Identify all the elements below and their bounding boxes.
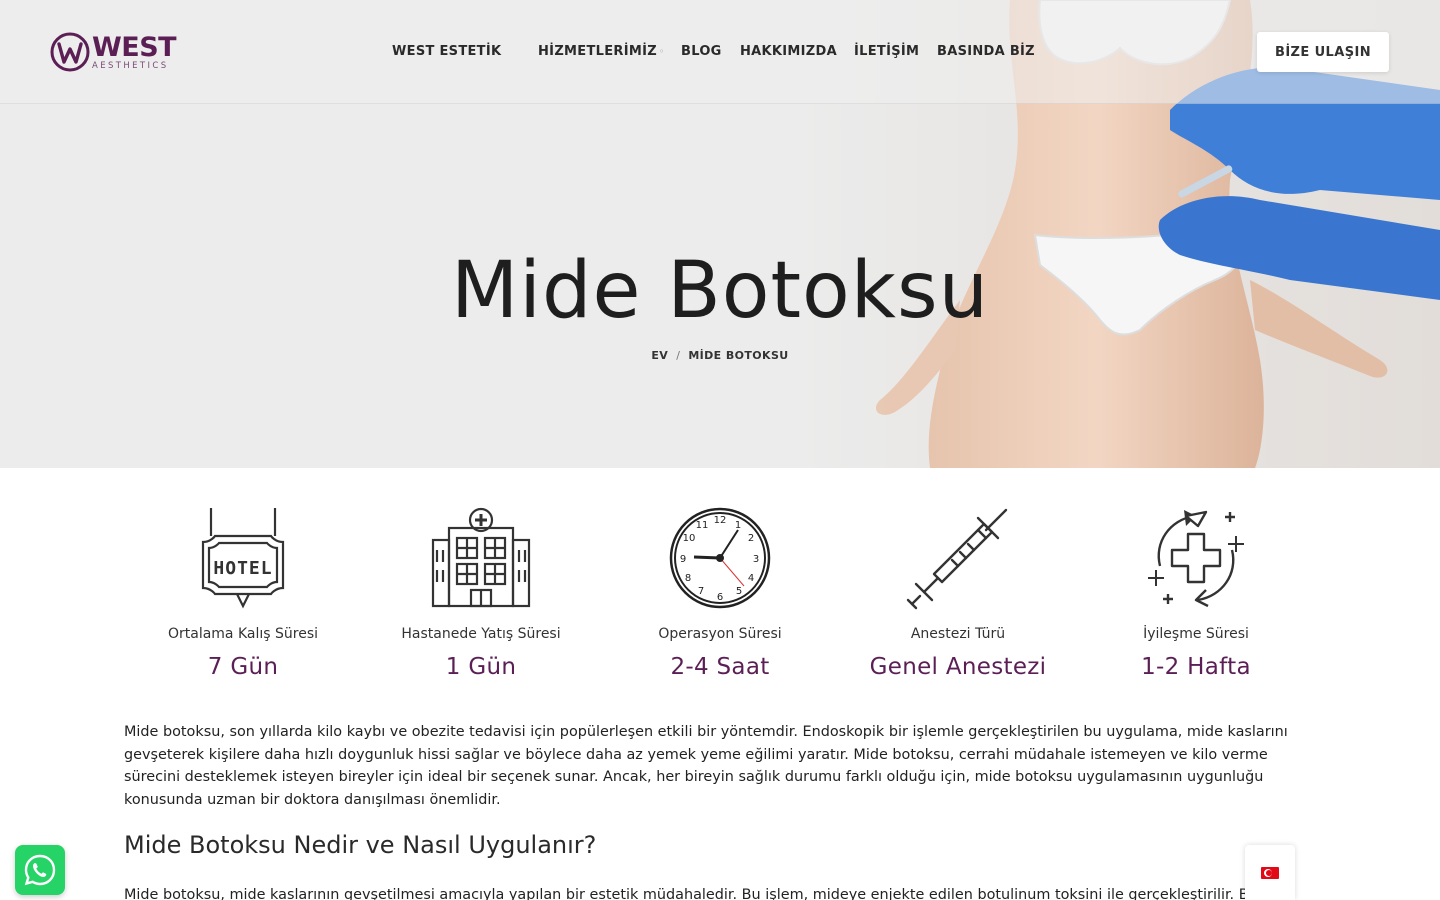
brand-logo[interactable]: WEST AESTHETICS bbox=[50, 30, 180, 74]
svg-text:3: 3 bbox=[753, 554, 759, 565]
chevron-down-icon: ◦ bbox=[658, 47, 665, 56]
svg-text:12: 12 bbox=[714, 515, 727, 526]
stat-recovery-time: İyileşme Süresi 1-2 Hafta bbox=[1077, 506, 1315, 680]
clock-icon: 12 12 3 45 6 7 8 9 1011 bbox=[669, 507, 771, 609]
nav-item-hizmetlerimiz[interactable]: HİZMETLERİMİZ ◦ bbox=[538, 44, 664, 59]
section-heading: Mide Botoksu Nedir ve Nasıl Uygulanır? bbox=[124, 831, 597, 859]
stat-value: 2-4 Saat bbox=[670, 654, 770, 680]
hospital-icon bbox=[431, 507, 531, 608]
svg-text:HOTEL: HOTEL bbox=[213, 558, 272, 579]
stat-label: Hastanede Yatış Süresi bbox=[401, 626, 561, 642]
brand-subtitle: AESTHETICS bbox=[92, 60, 169, 71]
stat-average-stay: HOTEL Ortalama Kalış Süresi 7 Gün bbox=[124, 506, 362, 680]
logo-mark-icon bbox=[50, 32, 90, 72]
stat-value: 1-2 Hafta bbox=[1141, 654, 1251, 680]
stat-operation-time: 12 1 2 3 45 6 7 8 9 10 11 Operasyon Süresi 2-4 S… bbox=[601, 506, 839, 680]
svg-text:8: 8 bbox=[685, 573, 691, 584]
stat-hospital-stay: Hastanede Yatış Süresi 1 Gün bbox=[362, 506, 600, 680]
nav-item-iletisim[interactable]: İLETİŞİM bbox=[854, 44, 919, 59]
syringe-icon bbox=[906, 508, 1008, 610]
stat-value: Genel Anestezi bbox=[869, 654, 1047, 680]
svg-text:1: 1 bbox=[735, 520, 741, 531]
page-title: Mide Botoksu bbox=[450, 246, 990, 336]
turkey-flag-icon bbox=[1261, 866, 1279, 879]
svg-text:2: 2 bbox=[748, 533, 754, 544]
svg-text:10: 10 bbox=[683, 533, 696, 544]
recovery-cross-icon bbox=[1148, 510, 1244, 608]
breadcrumb-current: MİDE BOTOKSU bbox=[688, 349, 789, 362]
brand-name: WEST bbox=[92, 31, 177, 63]
site-header: WEST AESTHETICS WEST ESTETİK HİZMETLERİM… bbox=[0, 0, 1440, 104]
breadcrumb-separator: / bbox=[676, 349, 681, 362]
stat-label: İyileşme Süresi bbox=[1143, 626, 1249, 642]
whatsapp-icon bbox=[24, 854, 56, 886]
nav-item-label: HİZMETLERİMİZ bbox=[538, 44, 657, 59]
whatsapp-button[interactable] bbox=[15, 845, 65, 895]
svg-text:6: 6 bbox=[717, 592, 723, 603]
svg-text:9: 9 bbox=[680, 554, 686, 565]
nav-item-hakkimizda[interactable]: HAKKIMIZDA bbox=[740, 44, 837, 59]
language-switcher[interactable] bbox=[1245, 845, 1295, 900]
body-paragraph: Mide botoksu, mide kaslarının gevşetilme… bbox=[124, 887, 1288, 900]
stat-label: Operasyon Süresi bbox=[658, 626, 782, 642]
intro-paragraph: Mide botoksu, son yıllarda kilo kaybı ve… bbox=[124, 724, 1288, 808]
stat-label: Ortalama Kalış Süresi bbox=[167, 626, 319, 642]
svg-text:4: 4 bbox=[748, 573, 754, 584]
stat-anesthesia-type: Anestezi Türü Genel Anestezi bbox=[839, 506, 1077, 680]
svg-text:11: 11 bbox=[696, 520, 709, 531]
hotel-sign-icon: HOTEL bbox=[201, 508, 285, 609]
nav-item-west-estetik[interactable]: WEST ESTETİK bbox=[392, 44, 501, 59]
stat-value: 1 Gün bbox=[445, 654, 517, 680]
breadcrumb-home-link[interactable]: EV bbox=[651, 349, 668, 362]
nav-item-blog[interactable]: BLOG bbox=[681, 44, 722, 59]
svg-text:7: 7 bbox=[698, 586, 704, 597]
stat-value: 7 Gün bbox=[207, 654, 279, 680]
stat-label: Anestezi Türü bbox=[910, 626, 1006, 642]
contact-us-button[interactable]: BİZE ULAŞIN bbox=[1257, 32, 1389, 72]
nav-item-basinda-biz[interactable]: BASINDA BİZ bbox=[937, 44, 1035, 59]
svg-text:5: 5 bbox=[736, 586, 742, 597]
breadcrumb: EV / MİDE BOTOKSU bbox=[0, 349, 1440, 362]
